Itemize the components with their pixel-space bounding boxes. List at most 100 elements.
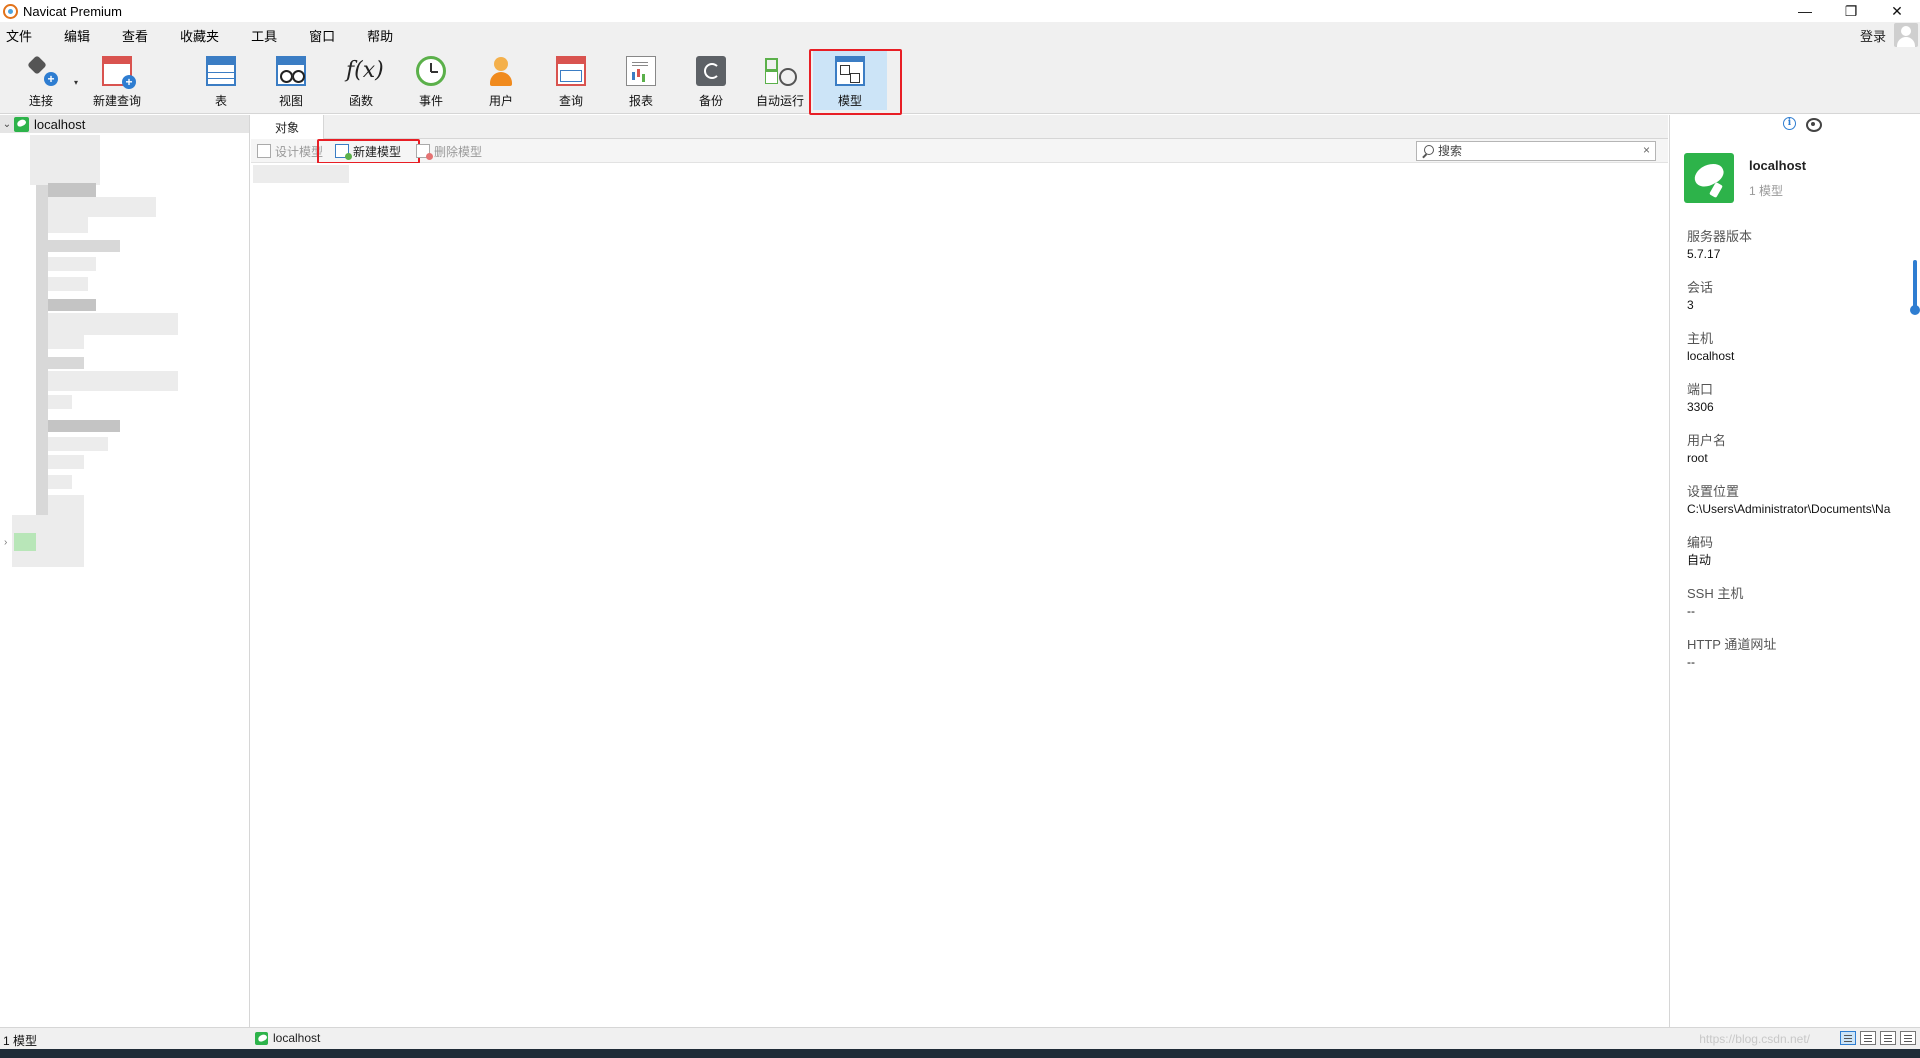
field-label: 会话 xyxy=(1687,280,1714,295)
field-host: 主机 localhost xyxy=(1687,330,1917,381)
menu-file[interactable]: 文件 xyxy=(0,26,40,45)
field-value: 3 xyxy=(1687,298,1694,312)
design-model-button[interactable]: 设计模型 xyxy=(257,142,323,160)
login-label[interactable]: 登录 xyxy=(1860,26,1886,45)
restore-button[interactable]: ❐ xyxy=(1828,0,1874,22)
clear-search-icon[interactable]: × xyxy=(1643,143,1650,157)
status-connection: localhost xyxy=(255,1031,320,1045)
automation-button[interactable]: 自动运行 xyxy=(751,50,809,110)
field-port: 端口 3306 xyxy=(1687,381,1917,432)
login-area[interactable]: 登录 xyxy=(1860,22,1920,48)
redacted-item xyxy=(48,495,84,515)
field-label: 用户名 xyxy=(1687,433,1727,448)
mysql-logo-icon xyxy=(1684,153,1734,203)
table-icon xyxy=(206,56,236,86)
field-label: 主机 xyxy=(1687,331,1714,346)
search-box[interactable]: × xyxy=(1416,141,1656,161)
info-model-count: 1 模型 xyxy=(1749,184,1784,198)
report-icon xyxy=(626,56,656,86)
redacted-item xyxy=(48,475,72,489)
redacted-connection-icon xyxy=(14,533,36,551)
user-icon xyxy=(486,56,516,86)
object-pane: 对象 设计模型 新建模型 删除模型 × xyxy=(251,115,1668,1027)
menu-window[interactable]: 窗口 xyxy=(301,26,343,45)
navigation-pane: ⌄ localhost › xyxy=(0,115,250,1027)
os-taskbar xyxy=(0,1049,1920,1058)
plug-icon xyxy=(26,56,58,86)
object-list[interactable] xyxy=(251,163,1668,1027)
design-model-label: 设计模型 xyxy=(275,144,324,159)
info-fields: 服务器版本 5.7.17 会话 3 主机 localhost 端口 3306 用… xyxy=(1687,228,1917,687)
close-button[interactable]: ✕ xyxy=(1874,0,1920,22)
field-label: HTTP 通道网址 xyxy=(1687,637,1777,652)
automation-label: 自动运行 xyxy=(755,94,804,108)
redacted-model-item[interactable] xyxy=(253,165,349,183)
menu-favorites[interactable]: 收藏夹 xyxy=(172,26,227,45)
preview-eye-icon[interactable] xyxy=(1806,118,1822,132)
redacted-item xyxy=(48,395,72,409)
info-icon[interactable]: i xyxy=(1783,117,1796,130)
redacted-item xyxy=(48,277,88,291)
new-query-button[interactable]: 新建查询 xyxy=(88,50,146,110)
mysql-connection-icon xyxy=(255,1031,268,1045)
redacted-item xyxy=(48,335,84,349)
chevron-down-icon[interactable]: ⌄ xyxy=(0,119,14,130)
connect-label: 连接 xyxy=(28,94,53,108)
menu-view[interactable]: 查看 xyxy=(114,26,156,45)
clock-icon xyxy=(416,56,446,86)
field-value: 5.7.17 xyxy=(1687,247,1721,261)
redacted-item xyxy=(48,197,156,217)
field-server-version: 服务器版本 5.7.17 xyxy=(1687,228,1917,279)
redacted-item xyxy=(48,313,178,335)
report-button[interactable]: 报表 xyxy=(616,50,666,110)
detail-view-icon[interactable] xyxy=(1880,1031,1896,1045)
function-button[interactable]: f(x) 函数 xyxy=(336,50,386,110)
delete-model-button[interactable]: 删除模型 xyxy=(416,142,482,160)
window-controls: — ❐ ✕ xyxy=(1782,0,1920,22)
field-value: 3306 xyxy=(1687,400,1714,414)
field-value: 自动 xyxy=(1687,553,1712,567)
event-button[interactable]: 事件 xyxy=(406,50,456,110)
field-sessions: 会话 3 xyxy=(1687,279,1917,330)
backup-button[interactable]: 备份 xyxy=(686,50,736,110)
user-avatar-icon[interactable] xyxy=(1894,23,1918,47)
delete-model-label: 删除模型 xyxy=(434,144,483,159)
list-view-icon[interactable] xyxy=(1860,1031,1876,1045)
query-button[interactable]: 查询 xyxy=(546,50,596,110)
redacted-tree-area xyxy=(30,135,100,185)
status-object-count: 1 模型 xyxy=(3,1034,38,1048)
connect-dropdown-icon[interactable]: ▾ xyxy=(74,78,78,87)
view-mode-buttons xyxy=(1840,1031,1916,1045)
redacted-item xyxy=(48,257,96,271)
minimize-button[interactable]: — xyxy=(1782,0,1828,22)
search-input[interactable] xyxy=(1438,144,1628,158)
er-view-icon[interactable] xyxy=(1900,1031,1916,1045)
redacted-item xyxy=(48,357,84,369)
menu-help[interactable]: 帮助 xyxy=(359,26,401,45)
user-label: 用户 xyxy=(488,94,513,108)
redacted-item xyxy=(48,240,120,252)
tree-root-label: localhost xyxy=(34,116,86,132)
info-scrollbar[interactable] xyxy=(1910,260,1920,315)
tab-objects[interactable]: 对象 xyxy=(251,115,324,139)
title-bar: Navicat Premium — ❐ ✕ xyxy=(0,0,1920,22)
menu-edit[interactable]: 编辑 xyxy=(56,26,98,45)
menu-bar: 文件 编辑 查看 收藏夹 工具 窗口 帮助 登录 xyxy=(0,22,1920,48)
field-encoding: 编码 自动 xyxy=(1687,534,1917,585)
chevron-right-icon[interactable]: › xyxy=(4,537,7,548)
window-title: Navicat Premium xyxy=(23,3,122,19)
redacted-item xyxy=(48,371,178,391)
view-button[interactable]: 视图 xyxy=(266,50,316,110)
field-username: 用户名 root xyxy=(1687,432,1917,483)
user-button[interactable]: 用户 xyxy=(476,50,526,110)
object-toolbar: 设计模型 新建模型 删除模型 × xyxy=(251,139,1668,164)
field-value: root xyxy=(1687,451,1708,465)
menu-tools[interactable]: 工具 xyxy=(243,26,285,45)
field-settings-location: 设置位置 C:\Users\Administrator\Documents\Na xyxy=(1687,483,1917,534)
table-button[interactable]: 表 xyxy=(196,50,246,110)
grid-view-icon[interactable] xyxy=(1840,1031,1856,1045)
field-value: -- xyxy=(1687,604,1695,618)
tab-strip: 对象 xyxy=(251,115,1668,139)
connect-button[interactable]: 连接 xyxy=(15,50,67,110)
tree-root-localhost[interactable]: ⌄ localhost xyxy=(0,115,249,133)
